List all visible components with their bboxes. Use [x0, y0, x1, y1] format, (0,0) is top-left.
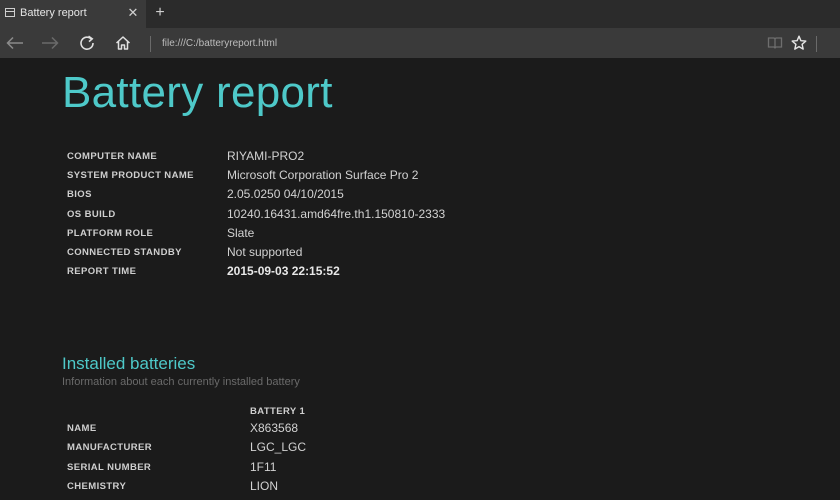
- info-label: PLATFORM ROLE: [67, 227, 154, 239]
- info-label: SYSTEM PRODUCT NAME: [67, 170, 194, 182]
- reading-view-icon: [767, 37, 783, 49]
- close-tab-icon[interactable]: ✕: [126, 5, 140, 21]
- info-value: 2015-09-03 22:15:52: [227, 264, 340, 279]
- new-tab-button[interactable]: +: [152, 3, 168, 23]
- tab-title: Battery report: [20, 7, 87, 19]
- star-icon: [791, 35, 807, 50]
- info-value: Microsoft Corporation Surface Pro 2: [227, 168, 419, 183]
- info-label: BIOS: [67, 189, 92, 201]
- tab-strip: Battery report ✕ +: [0, 0, 840, 28]
- section-title-installed-batteries: Installed batteries: [62, 354, 196, 373]
- info-label: MANUFACTURER: [67, 442, 153, 454]
- info-label: NAME: [67, 423, 97, 434]
- info-value: RIYAMI-PRO2: [227, 149, 305, 163]
- navigation-bar: [0, 28, 840, 58]
- info-value: 10240.16431.amd64fre.th1.150810-2333: [227, 206, 446, 221]
- reading-view-button[interactable]: [764, 32, 786, 54]
- back-button[interactable]: [4, 32, 26, 54]
- tab-battery-report[interactable]: Battery report ✕: [0, 0, 146, 28]
- info-value: Slate: [227, 225, 255, 240]
- refresh-icon: [80, 35, 94, 50]
- favorite-button[interactable]: [788, 32, 810, 54]
- forward-button[interactable]: [39, 32, 61, 54]
- page-icon: [5, 8, 15, 17]
- nav-separator-right: [816, 36, 817, 52]
- info-value: Not supported: [227, 244, 303, 259]
- info-label: REPORT TIME: [67, 266, 137, 278]
- nav-separator: [150, 36, 151, 52]
- info-value: 1F11: [250, 459, 277, 474]
- info-value: LION: [250, 478, 279, 493]
- section-subtitle: Information about each currently install…: [62, 376, 300, 388]
- page-content: Battery report COMPUTER NAME RIYAMI-PRO2…: [0, 58, 840, 500]
- info-label: COMPUTER NAME: [67, 151, 158, 162]
- info-label: OS BUILD: [67, 208, 116, 220]
- forward-arrow-icon: [42, 36, 59, 50]
- home-icon: [115, 36, 131, 50]
- info-value: 2.05.0250 04/10/2015: [227, 187, 344, 202]
- back-arrow-icon: [6, 36, 23, 50]
- info-label: CONNECTED STANDBY: [67, 246, 182, 258]
- info-value: X863568: [250, 421, 299, 435]
- info-label: SERIAL NUMBER: [67, 461, 152, 473]
- info-value: LGC_LGC: [250, 440, 307, 455]
- battery-column-header: BATTERY 1: [250, 406, 306, 417]
- home-button[interactable]: [112, 32, 134, 54]
- page-title: Battery report: [62, 68, 333, 117]
- refresh-button[interactable]: [76, 32, 98, 54]
- info-label: CHEMISTRY: [67, 480, 127, 492]
- address-bar[interactable]: [158, 33, 726, 53]
